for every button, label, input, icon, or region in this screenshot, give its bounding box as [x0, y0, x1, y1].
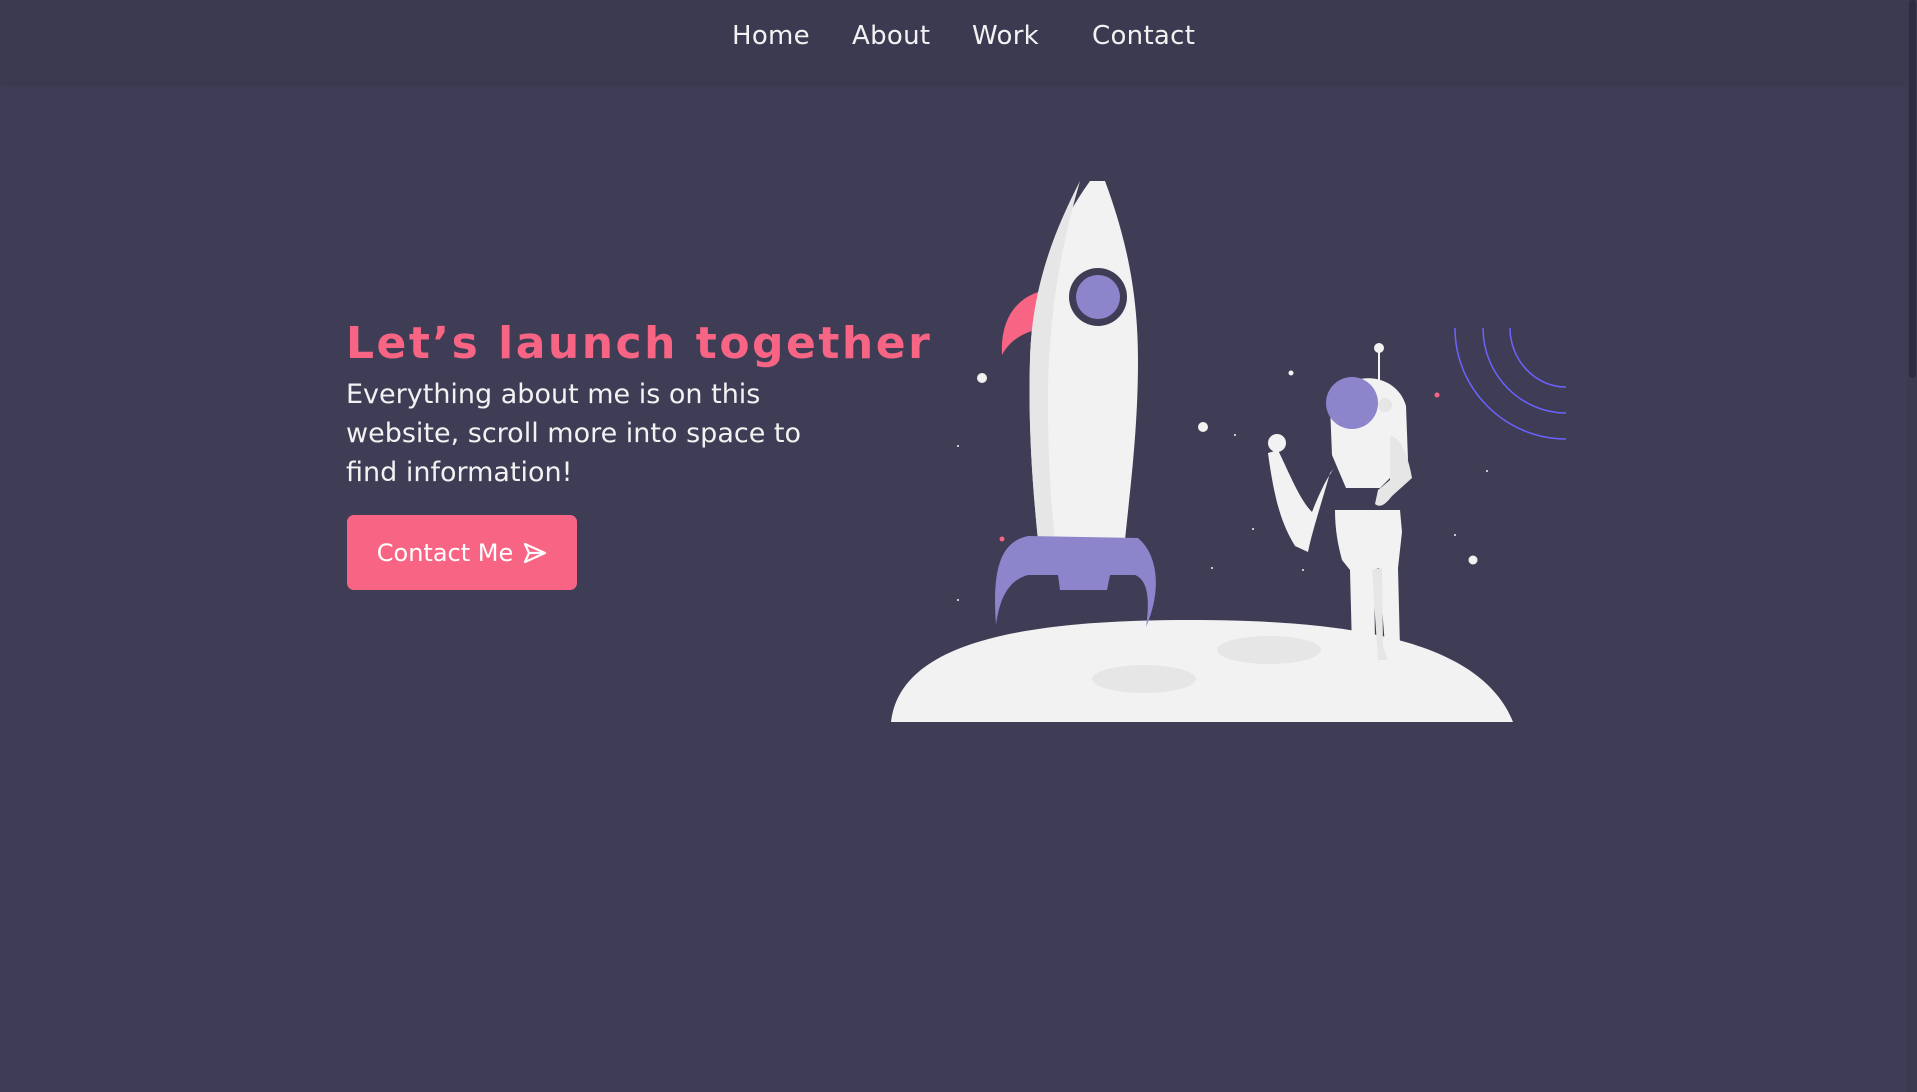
moon-icon: [891, 620, 1513, 722]
rocket-astronaut-moon-illustration: [891, 181, 1567, 722]
nav-link-home[interactable]: Home: [732, 18, 810, 54]
top-navbar: Home About Work Contact: [0, 0, 1907, 82]
hero-title: Let’s launch together: [346, 318, 933, 369]
contact-me-button[interactable]: Contact Me: [347, 515, 577, 590]
astronaut-icon: [1268, 343, 1412, 662]
rocket-icon: [995, 181, 1156, 627]
signal-waves-icon: [1454, 327, 1567, 440]
nav-link-about[interactable]: About: [852, 18, 930, 54]
vertical-scrollbar[interactable]: [1907, 0, 1917, 1092]
nav-link-contact[interactable]: Contact: [1092, 18, 1195, 54]
hero-description: Everything about me is on this website, …: [346, 379, 802, 488]
scrollbar-thumb[interactable]: [1909, 0, 1916, 378]
send-icon: [523, 542, 547, 564]
contact-me-label: Contact Me: [376, 538, 514, 567]
nav-link-work[interactable]: Work: [972, 18, 1039, 54]
page: Home About Work Contact Let’s launch tog…: [0, 0, 1917, 1092]
